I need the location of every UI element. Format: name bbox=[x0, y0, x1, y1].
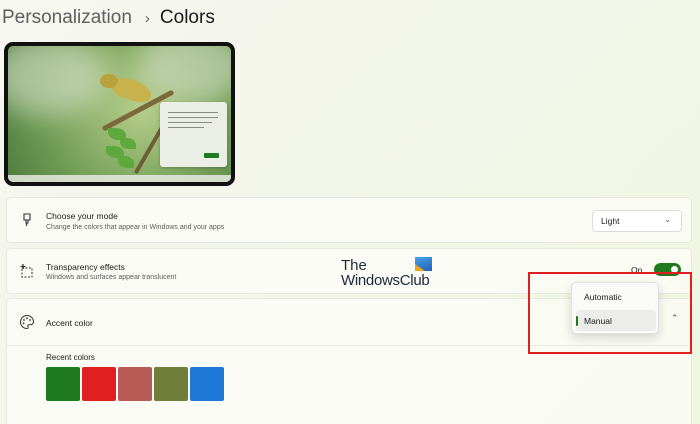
accent-mode-dropdown-menu: Automatic Manual bbox=[571, 282, 659, 334]
theme-preview bbox=[4, 42, 235, 186]
palette-icon bbox=[20, 314, 35, 330]
choose-mode-setting: Choose your mode Change the colors that … bbox=[6, 197, 692, 243]
brush-icon bbox=[23, 213, 31, 226]
watermark-line2: WindowsClub bbox=[341, 272, 430, 289]
color-swatch-4[interactable] bbox=[154, 367, 188, 401]
watermark-icon bbox=[415, 257, 432, 271]
breadcrumb-parent-personalization[interactable]: Personalization bbox=[2, 7, 132, 29]
mode-selected-value: Light bbox=[601, 216, 620, 226]
dropdown-option-automatic[interactable]: Automatic bbox=[576, 286, 656, 307]
preview-window bbox=[160, 102, 227, 167]
breadcrumb-separator: › bbox=[144, 9, 150, 27]
color-swatch-3[interactable] bbox=[118, 367, 152, 401]
transparency-subtitle: Windows and surfaces appear translucent bbox=[46, 274, 177, 281]
transparency-icon bbox=[20, 264, 33, 278]
transparency-title: Transparency effects bbox=[46, 262, 125, 272]
preview-accent-button bbox=[204, 153, 219, 158]
chevron-down-icon: ⌄ bbox=[664, 215, 671, 224]
page-title: Colors bbox=[159, 7, 215, 28]
breadcrumb: Personalization › Colors bbox=[2, 6, 215, 30]
wallpaper-preview-image bbox=[8, 46, 231, 182]
dropdown-option-manual[interactable]: Manual bbox=[576, 310, 656, 331]
color-swatch-1[interactable] bbox=[46, 367, 80, 401]
option-label: Manual bbox=[584, 315, 612, 326]
selection-indicator bbox=[576, 316, 578, 326]
watermark-logo: The WindowsClub bbox=[341, 257, 437, 289]
preview-taskbar bbox=[8, 175, 231, 182]
color-swatch-5[interactable] bbox=[190, 367, 224, 401]
mode-subtitle: Change the colors that appear in Windows… bbox=[46, 224, 225, 231]
color-swatch-2[interactable] bbox=[82, 367, 116, 401]
recent-colors-swatches bbox=[46, 367, 224, 401]
option-label: Automatic bbox=[584, 291, 622, 302]
mode-title: Choose your mode bbox=[46, 211, 118, 221]
recent-colors-label: Recent colors bbox=[46, 353, 95, 362]
mode-dropdown[interactable]: Light ⌄ bbox=[592, 210, 682, 232]
accent-title: Accent color bbox=[46, 318, 93, 328]
